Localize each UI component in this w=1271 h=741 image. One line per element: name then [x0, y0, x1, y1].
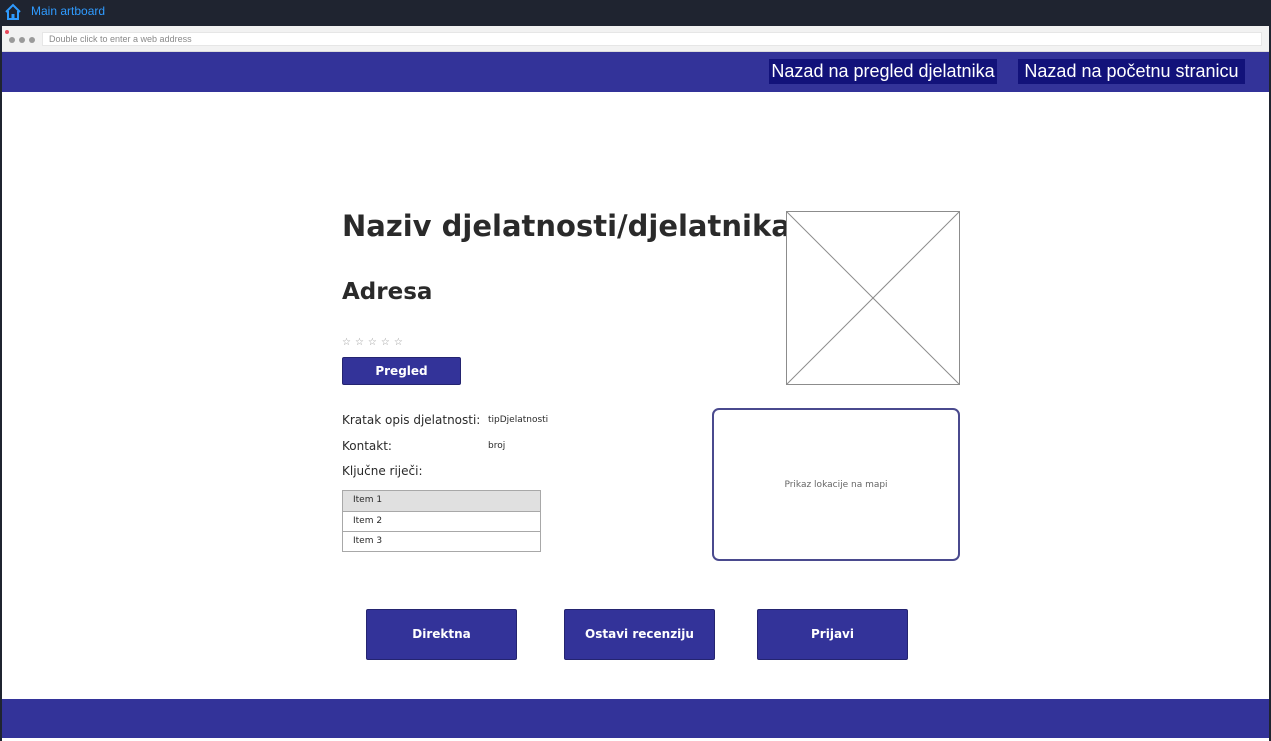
app-bar: Main artboard	[0, 0, 1271, 26]
address-heading: Adresa	[342, 279, 433, 305]
keywords-label: Ključne riječi:	[342, 464, 423, 478]
direct-communication-button[interactable]: Direktna komunikacija	[366, 609, 517, 690]
back-to-home-button[interactable]: Nazad na početnu stranicu	[1018, 59, 1245, 84]
address-bar: Double click to enter a web address	[2, 26, 1269, 52]
keywords-list: Item 1 Item 2 Item 3	[342, 490, 541, 552]
list-item[interactable]: Item 2	[343, 511, 540, 531]
location-map[interactable]: Prikaz lokacije na mapi	[712, 408, 960, 561]
description-label: Kratak opis djelatnosti:	[342, 413, 481, 427]
list-item[interactable]: Item 1	[343, 491, 540, 511]
home-icon[interactable]	[4, 3, 22, 21]
contact-value: broj	[488, 441, 506, 451]
url-input[interactable]: Double click to enter a web address	[42, 32, 1262, 46]
footer	[2, 699, 1269, 738]
image-placeholder	[786, 211, 960, 385]
window-dot-icon	[29, 37, 35, 43]
app-title[interactable]: Main artboard	[31, 3, 105, 19]
close-dot-icon[interactable]	[5, 30, 9, 34]
rating-stars[interactable]: ☆☆☆☆☆	[342, 337, 407, 348]
page-title: Naziv djelatnosti/djelatnika	[342, 209, 791, 243]
window-dot-icon	[9, 37, 15, 43]
view-reviews-button[interactable]: Pregled recenzija	[342, 357, 461, 404]
header-nav: Nazad na pregled djelatnika Nazad na poč…	[2, 52, 1269, 92]
back-to-workers-button[interactable]: Nazad na pregled djelatnika	[769, 59, 997, 84]
contact-label: Kontakt:	[342, 439, 392, 453]
report-button[interactable]: Prijavi	[757, 609, 908, 660]
leave-review-button[interactable]: Ostavi recenziju	[564, 609, 715, 660]
list-item[interactable]: Item 3	[343, 531, 540, 551]
window-dot-icon	[19, 37, 25, 43]
browser-window: Double click to enter a web address Naza…	[2, 26, 1269, 741]
description-value: tipDjelatnosti	[488, 415, 549, 425]
map-label: Prikaz lokacije na mapi	[784, 480, 888, 490]
